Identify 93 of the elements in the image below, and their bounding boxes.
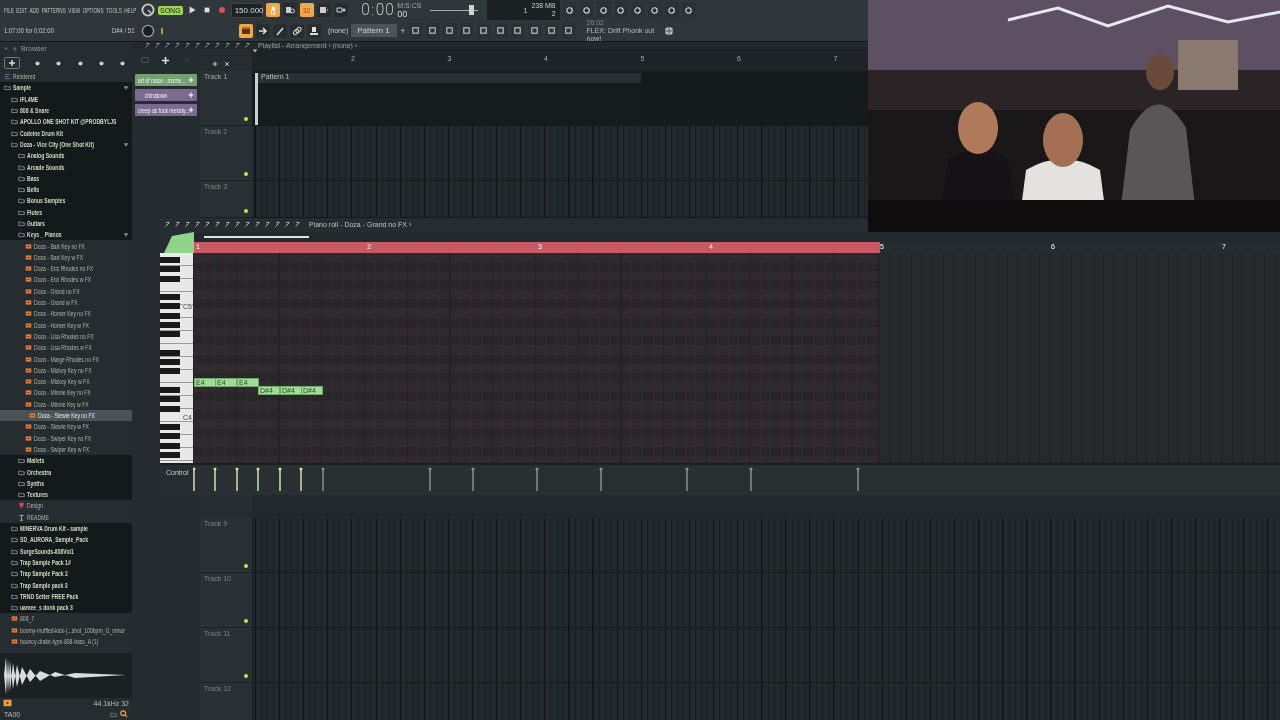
audio-file-icon xyxy=(25,253,32,261)
play-icon[interactable] xyxy=(3,699,12,707)
help-button[interactable] xyxy=(613,2,628,18)
track-led[interactable] xyxy=(244,172,248,176)
velocity-bar[interactable] xyxy=(685,467,689,492)
track-led[interactable] xyxy=(244,619,248,623)
browser-button[interactable] xyxy=(476,22,491,39)
audio-file-icon xyxy=(11,638,18,645)
audio-file-icon xyxy=(25,445,32,453)
track-led[interactable] xyxy=(244,674,248,678)
file-button[interactable] xyxy=(493,22,508,39)
audio-file-icon xyxy=(25,287,32,295)
caret-icon xyxy=(123,85,129,92)
metronome-button[interactable] xyxy=(265,3,280,17)
audio-file-icon xyxy=(11,615,18,623)
audio-file-icon xyxy=(25,355,32,363)
audio-file-icon xyxy=(25,366,32,374)
audio-file-icon xyxy=(25,321,32,329)
typing-button[interactable] xyxy=(239,23,253,38)
wait-button[interactable] xyxy=(282,3,297,17)
audio-file-icon xyxy=(25,378,32,386)
power-button[interactable] xyxy=(562,2,577,18)
velocity-bar[interactable] xyxy=(599,467,603,492)
search-icon[interactable] xyxy=(120,710,128,718)
mixer-button[interactable] xyxy=(425,22,440,39)
plug-button[interactable] xyxy=(510,22,525,39)
audio-file-icon xyxy=(25,276,32,284)
time-display: 0:00 xyxy=(360,1,395,19)
stamp-icon xyxy=(309,25,319,36)
link-icon xyxy=(292,25,302,36)
loop-icon xyxy=(335,5,346,15)
bug-button[interactable] xyxy=(544,22,559,39)
rendered-icon xyxy=(4,73,11,81)
channel-rack-button[interactable] xyxy=(442,22,457,39)
text-file-icon xyxy=(18,513,25,521)
time-centiseconds: 00 xyxy=(397,8,408,19)
audio-file-icon xyxy=(25,400,32,408)
master-slider[interactable] xyxy=(430,4,479,16)
knob-icon[interactable] xyxy=(141,3,155,17)
eq-button[interactable] xyxy=(459,22,474,39)
move-icon xyxy=(188,92,194,98)
knob-icon[interactable] xyxy=(141,23,155,38)
metronome-icon xyxy=(267,5,278,15)
figure-button[interactable] xyxy=(527,22,542,39)
mic-button[interactable] xyxy=(596,2,611,18)
move-icon xyxy=(188,107,194,113)
stamp-button[interactable] xyxy=(307,23,321,38)
save-button[interactable] xyxy=(630,2,645,18)
scroll-overview[interactable] xyxy=(204,235,309,238)
add-pattern-button[interactable]: + xyxy=(400,25,406,36)
velocity-bar[interactable] xyxy=(321,467,325,492)
graph-button[interactable] xyxy=(408,22,423,39)
keyboard-icon xyxy=(241,25,251,36)
velocity-bar[interactable] xyxy=(428,467,432,492)
folder-icon[interactable] xyxy=(110,710,117,718)
cart-button[interactable] xyxy=(561,22,576,39)
audio-file-icon xyxy=(25,242,32,250)
download-button[interactable] xyxy=(681,2,696,18)
move-icon xyxy=(188,77,194,83)
project-file-icon xyxy=(18,502,25,510)
caret-icon xyxy=(123,141,129,148)
audio-file-icon xyxy=(25,423,32,431)
velocity-bar[interactable] xyxy=(535,467,539,492)
audio-file-icon xyxy=(29,412,36,420)
plugin-button[interactable] xyxy=(647,2,662,18)
velocity-bar[interactable] xyxy=(749,467,753,492)
tempo-field[interactable]: 150.000 xyxy=(230,2,263,18)
caret-icon xyxy=(123,232,129,239)
loop-button[interactable] xyxy=(333,3,348,17)
audio-file-icon xyxy=(25,310,32,318)
cut-button[interactable] xyxy=(579,2,594,18)
velocity-bar[interactable] xyxy=(856,467,860,492)
track-led[interactable] xyxy=(244,564,248,568)
audio-file-icon xyxy=(25,332,32,340)
close-icon[interactable] xyxy=(224,61,230,67)
track-led[interactable] xyxy=(244,209,248,213)
link-button[interactable] xyxy=(290,23,304,38)
add-track-icon[interactable] xyxy=(212,61,218,67)
audio-file-icon xyxy=(11,626,18,634)
move-icon[interactable] xyxy=(161,55,171,65)
pattern-field[interactable]: Pattern 1 xyxy=(351,24,398,37)
audio-file-icon xyxy=(25,344,32,352)
step-button[interactable] xyxy=(316,3,331,17)
audio-file-icon xyxy=(25,299,32,307)
step-icon xyxy=(318,5,329,15)
playhead-icon[interactable] xyxy=(252,49,258,55)
audio-file-icon xyxy=(25,389,32,397)
velocity-bar[interactable] xyxy=(471,467,475,492)
audio-file-icon xyxy=(25,265,32,273)
chat-button[interactable] xyxy=(664,2,679,18)
track-led[interactable] xyxy=(244,117,248,121)
wait-icon xyxy=(284,5,295,15)
audio-file-icon xyxy=(25,434,32,442)
